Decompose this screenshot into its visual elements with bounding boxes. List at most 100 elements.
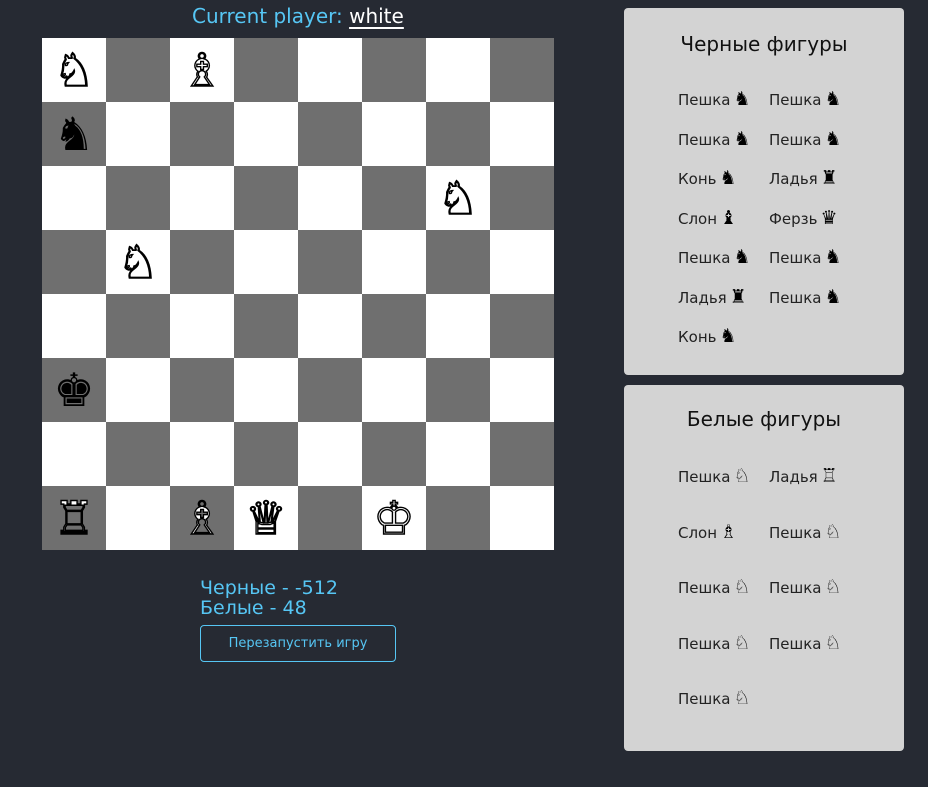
square-d6[interactable] <box>234 166 298 230</box>
square-d7[interactable] <box>234 102 298 166</box>
piece-icon[interactable]: ♘ <box>437 174 480 221</box>
square-h3[interactable] <box>490 358 554 422</box>
square-g3[interactable] <box>426 358 490 422</box>
square-b7[interactable] <box>106 102 170 166</box>
square-b5[interactable]: ♘ <box>106 230 170 294</box>
piece-icon[interactable]: ♗ <box>181 46 224 93</box>
square-e4[interactable] <box>298 294 362 358</box>
piece-icon[interactable]: ♔ <box>373 494 416 541</box>
square-a2[interactable] <box>42 422 106 486</box>
square-c6[interactable] <box>170 166 234 230</box>
captured-piece-name: Ферзь <box>769 209 818 228</box>
captured-piece-item: Пешка ♘ <box>678 465 769 521</box>
square-g5[interactable] <box>426 230 490 294</box>
square-e2[interactable] <box>298 422 362 486</box>
square-g8[interactable] <box>426 38 490 102</box>
piece-icon[interactable]: ♗ <box>181 494 224 541</box>
square-e1[interactable] <box>298 486 362 550</box>
square-b3[interactable] <box>106 358 170 422</box>
square-h5[interactable] <box>490 230 554 294</box>
square-h1[interactable] <box>490 486 554 550</box>
square-d3[interactable] <box>234 358 298 422</box>
square-f4[interactable] <box>362 294 426 358</box>
captured-piece-icon: ♘ <box>733 631 751 654</box>
square-e8[interactable] <box>298 38 362 102</box>
restart-button[interactable]: Перезапустить игру <box>200 625 396 662</box>
square-c8[interactable]: ♗ <box>170 38 234 102</box>
square-d1[interactable]: ♕ <box>234 486 298 550</box>
square-g4[interactable] <box>426 294 490 358</box>
square-a4[interactable] <box>42 294 106 358</box>
captured-piece-name: Пешка <box>678 130 731 149</box>
square-f5[interactable] <box>362 230 426 294</box>
piece-icon[interactable]: ♕ <box>245 494 288 541</box>
square-c7[interactable] <box>170 102 234 166</box>
captured-piece-name: Пешка <box>769 249 822 267</box>
captured-piece-name: Ладья <box>678 288 727 307</box>
square-f8[interactable] <box>362 38 426 102</box>
square-b8[interactable] <box>106 38 170 102</box>
square-f6[interactable] <box>362 166 426 230</box>
square-c1[interactable]: ♗ <box>170 486 234 550</box>
current-player-prefix: Current player: <box>192 4 350 28</box>
square-b6[interactable] <box>106 166 170 230</box>
square-c3[interactable] <box>170 358 234 422</box>
square-e6[interactable] <box>298 166 362 230</box>
square-f2[interactable] <box>362 422 426 486</box>
square-e3[interactable] <box>298 358 362 422</box>
square-d5[interactable] <box>234 230 298 294</box>
square-g6[interactable]: ♘ <box>426 166 490 230</box>
square-b1[interactable] <box>106 486 170 550</box>
square-h8[interactable] <box>490 38 554 102</box>
square-h4[interactable] <box>490 294 554 358</box>
captured-piece-icon: ♘ <box>733 465 751 487</box>
square-a3[interactable]: ♚ <box>42 358 106 422</box>
square-h7[interactable] <box>490 102 554 166</box>
captured-piece-name: Пешка <box>678 249 731 267</box>
captured-piece-icon: ♞ <box>719 167 737 189</box>
square-c5[interactable] <box>170 230 234 294</box>
captured-piece-item: Пешка ♘ <box>678 632 769 688</box>
square-d4[interactable] <box>234 294 298 358</box>
piece-icon[interactable]: ♖ <box>53 494 96 541</box>
captured-piece-icon: ♘ <box>733 687 751 709</box>
square-g7[interactable] <box>426 102 490 166</box>
square-a1[interactable]: ♖ <box>42 486 106 550</box>
square-h2[interactable] <box>490 422 554 486</box>
square-a7[interactable]: ♞ <box>42 102 106 166</box>
captured-piece-name: Пешка <box>678 91 731 109</box>
square-c4[interactable] <box>170 294 234 358</box>
square-a8[interactable]: ♘ <box>42 38 106 102</box>
piece-icon[interactable]: ♚ <box>53 367 94 413</box>
square-f7[interactable] <box>362 102 426 166</box>
square-d2[interactable] <box>234 422 298 486</box>
captured-piece-item: Ферзь ♛ <box>769 207 860 247</box>
square-d8[interactable] <box>234 38 298 102</box>
square-a5[interactable] <box>42 230 106 294</box>
captured-piece-item: Конь ♞ <box>678 325 769 365</box>
square-e7[interactable] <box>298 102 362 166</box>
square-b4[interactable] <box>106 294 170 358</box>
square-f3[interactable] <box>362 358 426 422</box>
black-score: Черные - -512 <box>200 577 338 599</box>
square-f1[interactable]: ♔ <box>362 486 426 550</box>
captured-piece-item: Пешка ♘ <box>678 576 769 632</box>
square-e5[interactable] <box>298 230 362 294</box>
piece-icon[interactable]: ♞ <box>53 111 94 157</box>
square-c2[interactable] <box>170 422 234 486</box>
captured-piece-icon: ♗ <box>720 520 738 543</box>
black-captured-title: Черные фигуры <box>680 32 848 56</box>
current-player-label: Current player: white <box>192 4 404 28</box>
captured-piece-name: Конь <box>678 328 717 346</box>
captured-piece-icon: ♜ <box>820 167 838 189</box>
square-a6[interactable] <box>42 166 106 230</box>
square-h6[interactable] <box>490 166 554 230</box>
captured-piece-item: Пешка ♞ <box>678 128 769 168</box>
piece-icon[interactable]: ♘ <box>117 238 160 285</box>
square-g1[interactable] <box>426 486 490 550</box>
captured-piece-icon: ♘ <box>824 520 842 543</box>
square-g2[interactable] <box>426 422 490 486</box>
piece-icon[interactable]: ♘ <box>53 46 96 93</box>
captured-piece-icon: ♞ <box>824 88 842 110</box>
square-b2[interactable] <box>106 422 170 486</box>
